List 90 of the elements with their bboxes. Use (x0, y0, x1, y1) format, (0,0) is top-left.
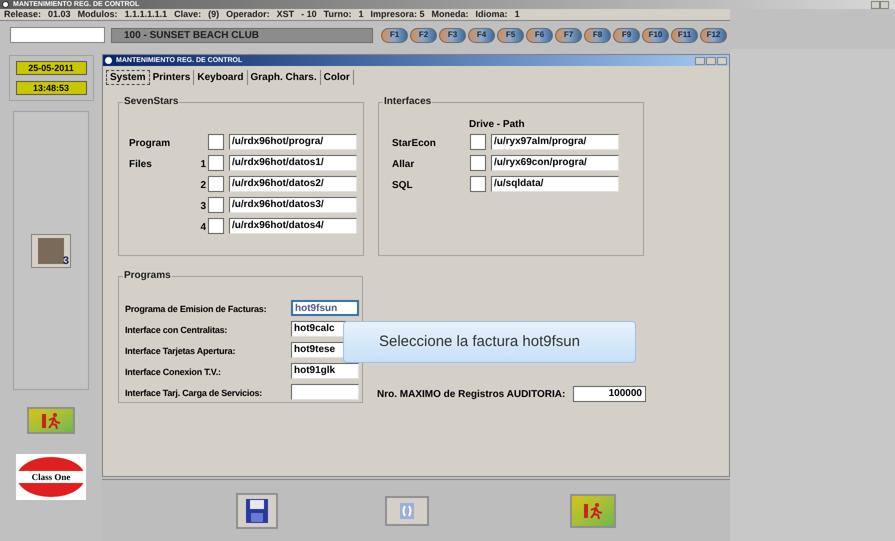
function-key[interactable]: F1 (381, 28, 408, 42)
row-number: 3 (200, 200, 206, 212)
info-text: 1.1.1.1.1.1 (124, 10, 168, 19)
function-key[interactable]: F10 (642, 28, 669, 42)
input-field[interactable] (10, 27, 105, 43)
function-key[interactable]: F2 (410, 28, 437, 42)
info-text: - 10 (301, 10, 317, 19)
function-key[interactable]: F3 (439, 28, 466, 42)
input-field[interactable]: /u/rdx96hot/datos1/ (229, 154, 357, 170)
info-text: 1 (358, 10, 364, 19)
info-text: 01.03 (48, 10, 71, 19)
tooltip: Seleccione la factura hot9fsun (343, 321, 636, 363)
input-field[interactable]: /u/ryx97alm/progra/ (491, 134, 619, 150)
date-display: 25-05-2011 (16, 61, 86, 75)
tab[interactable]: Keyboard (194, 70, 248, 85)
function-key[interactable]: F5 (497, 28, 524, 42)
info-text: Impresora: 5 (370, 10, 425, 19)
brackets-icon (400, 502, 414, 518)
info-text: Moneda: (432, 10, 469, 19)
field-label: Interface Tarj. Carga de Servicios: (125, 388, 262, 398)
save-button[interactable] (236, 492, 278, 528)
info-text: 1 (514, 10, 520, 19)
info-text: Turno: (324, 10, 352, 19)
function-key[interactable]: F12 (700, 28, 727, 42)
time-display: 13:48:53 (16, 81, 86, 95)
field-label: Files (129, 158, 152, 170)
checkbox[interactable] (208, 176, 224, 192)
row-number: 2 (200, 180, 206, 190)
function-key[interactable]: F9 (613, 28, 640, 42)
app-icon (105, 57, 112, 64)
input-field[interactable]: /u/sqldata/ (491, 176, 619, 192)
hotel-name: 100 - SUNSET BEACH CLUB (111, 28, 373, 42)
input-field[interactable]: /u/rdx96hot/datos4/ (229, 218, 357, 234)
field-label: SQL (392, 180, 413, 190)
input-field[interactable]: 100000 (573, 386, 646, 402)
logo-text: Class One (17, 471, 85, 483)
info-text: Idioma: (476, 10, 508, 19)
info-text: (9) (208, 10, 220, 19)
field-label: Program (129, 138, 170, 148)
function-key[interactable]: F7 (555, 28, 582, 42)
photo-placeholder (38, 238, 64, 264)
checkbox[interactable] (470, 154, 486, 170)
field-label: Interface Tarjetas Apertura: (125, 346, 236, 356)
running-man-icon (582, 502, 604, 520)
info-text: Operador: (226, 10, 270, 19)
field-label: Allar (392, 158, 414, 170)
info-text: XST (276, 10, 294, 19)
minimize-button[interactable] (695, 56, 705, 64)
maximize-button[interactable] (706, 56, 716, 64)
checkbox[interactable] (470, 176, 486, 192)
checkbox[interactable] (470, 134, 486, 150)
input-field[interactable] (291, 384, 359, 400)
input-field[interactable]: /u/ryx69con/progra/ (491, 154, 619, 170)
checkbox[interactable] (208, 134, 224, 150)
input-field[interactable]: /u/rdx96hot/datos3/ (229, 196, 357, 212)
field-label: Interface Conexion T.V.: (125, 366, 221, 376)
info-text: Modulos: (78, 10, 118, 19)
field-label: Interface con Centralitas: (125, 324, 228, 334)
running-man-icon (40, 412, 62, 430)
input-field[interactable]: hot9fsun (291, 300, 359, 316)
minimize-button[interactable] (871, 0, 880, 8)
maximize-button[interactable] (880, 0, 889, 8)
tab[interactable]: Printers (150, 70, 194, 85)
field-label: Nro. MAXIMO de Registros AUDITORIA: (377, 388, 566, 402)
exit-button[interactable] (27, 407, 75, 434)
input-field[interactable]: /u/rdx96hot/datos2/ (229, 176, 357, 192)
row-number: 4 (200, 222, 206, 232)
info-text: Clave: (174, 10, 202, 19)
checkbox[interactable] (208, 154, 224, 170)
app-icon (2, 1, 9, 8)
checkbox[interactable] (208, 196, 224, 212)
info-text: Release: (4, 10, 42, 19)
function-key[interactable]: F11 (671, 28, 698, 42)
tab[interactable]: Graph. Chars. (248, 70, 321, 85)
exit-button[interactable] (570, 494, 616, 528)
checkbox[interactable] (208, 218, 224, 234)
tab[interactable]: Color (320, 70, 354, 85)
column-header: Drive - Path (469, 119, 525, 130)
function-key[interactable]: F4 (468, 28, 495, 42)
input-field[interactable]: hot91glk (291, 362, 359, 378)
refresh-button[interactable] (385, 496, 429, 526)
row-number: 1 (200, 158, 206, 170)
tab[interactable]: System (106, 70, 150, 85)
close-button[interactable] (717, 56, 727, 64)
group-title: Programs (123, 270, 172, 282)
field-label: StarEcon (392, 138, 436, 148)
input-field[interactable]: /u/rdx96hot/progra/ (229, 134, 357, 150)
field-label: Programa de Emision de Facturas: (125, 304, 266, 314)
function-key[interactable]: F8 (584, 28, 611, 42)
function-key[interactable]: F6 (526, 28, 553, 42)
